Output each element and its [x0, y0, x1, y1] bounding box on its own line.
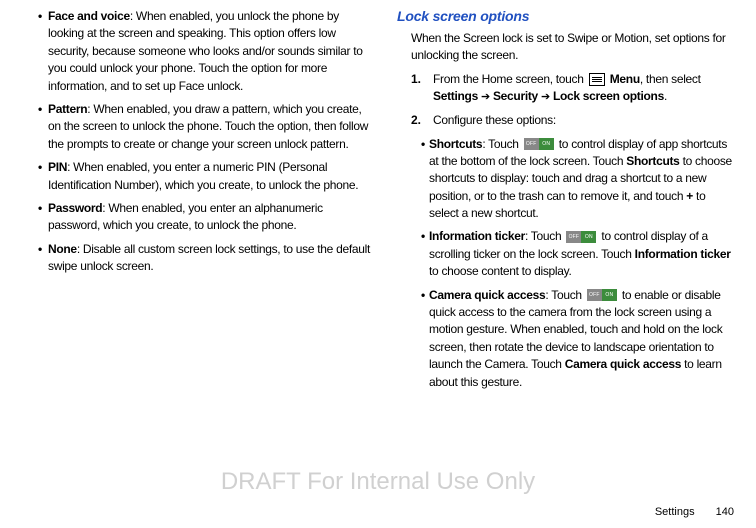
- item-body: : When enabled, you enter a numeric PIN …: [48, 160, 358, 191]
- bullet-dot: •: [38, 200, 48, 235]
- sub-text: to choose content to display.: [429, 264, 572, 278]
- sub-camera-quick-access: • Camera quick access: Touch OFFON to en…: [421, 287, 736, 391]
- step-1: 1. From the Home screen, touch Menu, the…: [411, 71, 736, 106]
- page-footer: Settings 140: [655, 506, 734, 518]
- bullet-dot: •: [421, 136, 429, 223]
- step-text: , then select: [640, 72, 701, 86]
- item-title: Pattern: [48, 102, 87, 116]
- toggle-off: OFF: [524, 138, 539, 150]
- sub-bold: +: [686, 189, 693, 203]
- section-intro: When the Screen lock is set to Swipe or …: [411, 30, 736, 65]
- step-number: 1.: [411, 71, 433, 106]
- toggle-on: ON: [581, 231, 596, 243]
- bullet-dot: •: [38, 8, 48, 95]
- arrow-icon: ➔: [541, 91, 550, 103]
- sub-title: Camera quick access: [429, 288, 545, 302]
- toggle-on: ON: [539, 138, 554, 150]
- menu-label: Menu: [610, 72, 640, 86]
- item-title: Face and voice: [48, 9, 130, 23]
- sub-bold: Information ticker: [635, 247, 731, 261]
- sub-shortcuts: • Shortcuts: Touch OFFON to control disp…: [421, 136, 736, 223]
- step-text: Configure these options:: [433, 112, 736, 129]
- step-text: From the Home screen, touch: [433, 72, 587, 86]
- section-heading: Lock screen options: [397, 8, 736, 24]
- bullet-password: • Password: When enabled, you enter an a…: [38, 200, 377, 235]
- bullet-face-voice: • Face and voice: When enabled, you unlo…: [38, 8, 377, 95]
- path-security: Security: [493, 89, 538, 103]
- step-2: 2. Configure these options:: [411, 112, 736, 129]
- sub-bold: Shortcuts: [626, 154, 679, 168]
- sub-title: Shortcuts: [429, 137, 482, 151]
- toggle-on: ON: [602, 289, 617, 301]
- path-settings: Settings: [433, 89, 478, 103]
- sub-information-ticker: • Information ticker: Touch OFFON to con…: [421, 228, 736, 280]
- bullet-pattern: • Pattern: When enabled, you draw a patt…: [38, 101, 377, 153]
- watermark: DRAFT For Internal Use Only: [0, 468, 756, 496]
- footer-section: Settings: [655, 506, 695, 518]
- path-lockscreen: Lock screen options: [553, 89, 664, 103]
- toggle-icon: OFFON: [566, 231, 596, 243]
- arrow-icon: ➔: [481, 91, 490, 103]
- step-number: 2.: [411, 112, 433, 129]
- sub-text: : Touch: [482, 137, 521, 151]
- toggle-off: OFF: [587, 289, 602, 301]
- toggle-off: OFF: [566, 231, 581, 243]
- right-column: Lock screen options When the Screen lock…: [397, 8, 736, 397]
- sub-text: : Touch: [545, 288, 584, 302]
- sub-title: Information ticker: [429, 229, 525, 243]
- item-body: : When enabled, you draw a pattern, whic…: [48, 102, 368, 151]
- toggle-icon: OFFON: [524, 138, 554, 150]
- bullet-dot: •: [421, 287, 429, 391]
- toggle-icon: OFFON: [587, 289, 617, 301]
- item-body: : Disable all custom screen lock setting…: [48, 242, 370, 273]
- item-title: None: [48, 242, 77, 256]
- bullet-dot: •: [38, 241, 48, 276]
- item-title: Password: [48, 201, 102, 215]
- footer-page: 140: [716, 506, 734, 518]
- sub-bold: Camera quick access: [565, 357, 681, 371]
- bullet-dot: •: [421, 228, 429, 280]
- left-column: • Face and voice: When enabled, you unlo…: [38, 8, 377, 397]
- bullet-pin: • PIN: When enabled, you enter a numeric…: [38, 159, 377, 194]
- bullet-none: • None: Disable all custom screen lock s…: [38, 241, 377, 276]
- bullet-dot: •: [38, 101, 48, 153]
- bullet-dot: •: [38, 159, 48, 194]
- item-title: PIN: [48, 160, 67, 174]
- menu-icon: [589, 73, 605, 86]
- sub-text: : Touch: [525, 229, 564, 243]
